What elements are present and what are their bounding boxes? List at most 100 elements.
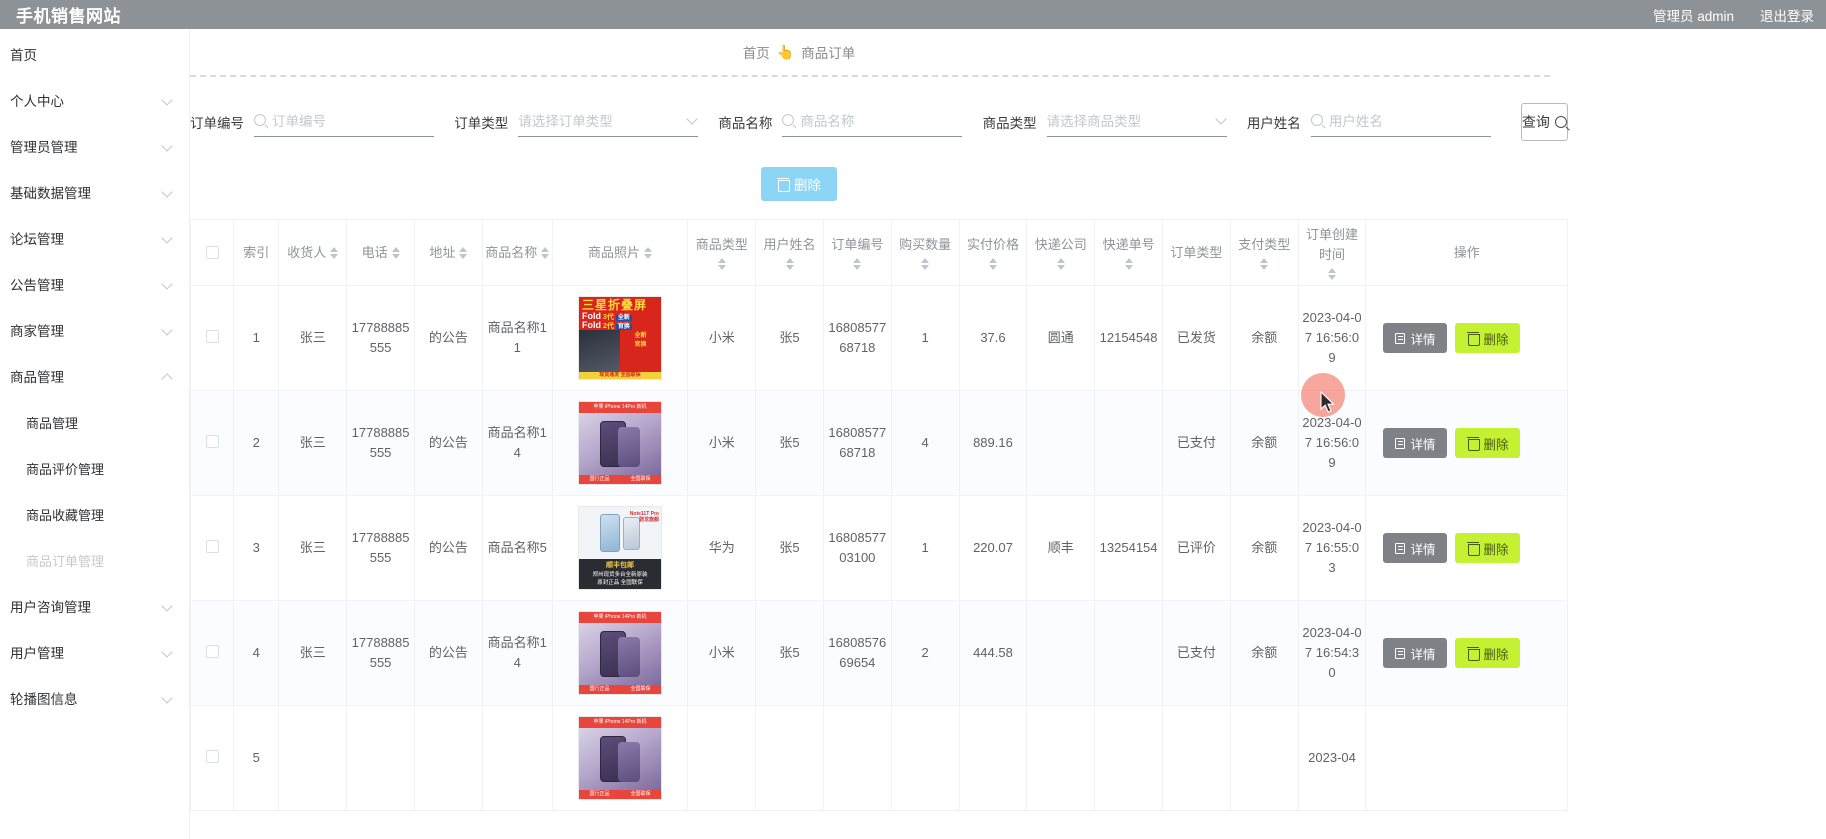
detail-button[interactable]: 详情 bbox=[1383, 428, 1448, 458]
sort-toggle-icon[interactable] bbox=[853, 258, 862, 271]
cell-value: 4 bbox=[921, 434, 929, 450]
column-header-quantity[interactable]: 购买数量 bbox=[890, 219, 960, 286]
table-toolbar: 删除 bbox=[190, 163, 1568, 219]
cell-index: 4 bbox=[233, 600, 280, 706]
row-checkbox[interactable] bbox=[205, 330, 219, 343]
sort-toggle-icon[interactable] bbox=[459, 246, 468, 259]
sort-toggle-icon[interactable] bbox=[330, 246, 339, 259]
sidebar-item-7[interactable]: 商品管理 bbox=[0, 353, 189, 399]
column-header-created[interactable]: 订单创建时间 bbox=[1297, 219, 1367, 286]
cell-address: 的公告 bbox=[413, 495, 483, 601]
sidebar-item-8[interactable]: 商品管理 bbox=[0, 399, 189, 445]
cell-express_no bbox=[1094, 390, 1163, 496]
sort-toggle-icon[interactable] bbox=[785, 258, 794, 271]
batch-delete-button[interactable]: 删除 bbox=[761, 167, 837, 201]
delete-button[interactable]: 删除 bbox=[1455, 428, 1521, 458]
cell-value: 2023-04-07 16:56:09 bbox=[1302, 309, 1362, 366]
sort-toggle-icon[interactable] bbox=[1328, 268, 1337, 280]
detail-button[interactable]: 详情 bbox=[1383, 323, 1448, 353]
cell-pay_type: 余额 bbox=[1229, 285, 1299, 391]
cell-price: 37.6 bbox=[958, 285, 1028, 391]
detail-button[interactable]: 详情 bbox=[1383, 533, 1448, 563]
sidebar-item-12[interactable]: 用户咨询管理 bbox=[0, 583, 189, 629]
select-all-checkbox[interactable] bbox=[205, 246, 219, 259]
sidebar-item-6[interactable]: 商家管理 bbox=[0, 307, 189, 353]
cell-value: 2023-04-07 16:54:30 bbox=[1302, 624, 1362, 681]
sidebar-item-14[interactable]: 轮播图信息 bbox=[0, 675, 189, 721]
cell-value: 444.58 bbox=[973, 644, 1013, 660]
order-type-select[interactable]: 请选择订单类型 bbox=[518, 107, 699, 137]
orders-table-wrapper: 索引 收货人 电话 地址 商品名称 商品照片 商品类型 用户姓名 订单编号 购买数量 实付价格 快递公… bbox=[190, 219, 1568, 811]
product-photo-thumbnail[interactable]: 三星折叠屏 Fold 3代 全新 Fold 2代 官换 全新 官换 现货速发 全国联保 bbox=[577, 296, 662, 380]
thumb-footer: 国行正品 全国联保 bbox=[578, 474, 661, 484]
user-name-input[interactable]: 用户姓名 bbox=[1310, 107, 1491, 137]
column-header-express_co[interactable]: 快递公司 bbox=[1026, 219, 1096, 286]
sort-toggle-icon[interactable] bbox=[717, 258, 726, 271]
main-content: 首页 👆 商品订单 订单编号 订单编号 订单类型 请选择订单类型 商品名称 商品… bbox=[190, 29, 1826, 839]
cell-created: 2023-04-07 16:55:03 bbox=[1297, 495, 1367, 601]
cell-goods_name: 商品名称14 bbox=[481, 390, 553, 496]
column-header-goods_name[interactable]: 商品名称 bbox=[481, 219, 553, 286]
sort-toggle-icon[interactable] bbox=[1056, 258, 1065, 271]
detail-button-label: 详情 bbox=[1410, 332, 1436, 347]
column-header-price[interactable]: 实付价格 bbox=[958, 219, 1028, 286]
sidebar-item-9[interactable]: 商品评价管理 bbox=[0, 445, 189, 491]
cell-order_no: 1680857703100 bbox=[822, 495, 892, 601]
sidebar-item-1[interactable]: 个人中心 bbox=[0, 77, 189, 123]
column-header-receiver[interactable]: 收货人 bbox=[278, 219, 348, 286]
sort-toggle-icon[interactable] bbox=[644, 246, 652, 259]
product-photo-thumbnail[interactable]: 苹果 iPhone 14Pro 新机 国行正品 全国联保 bbox=[577, 716, 662, 800]
row-checkbox[interactable] bbox=[205, 645, 219, 658]
row-checkbox[interactable] bbox=[205, 540, 219, 553]
cell-address: 的公告 bbox=[413, 600, 483, 706]
column-header-address[interactable]: 地址 bbox=[413, 219, 483, 286]
sidebar-item-2[interactable]: 管理员管理 bbox=[0, 123, 189, 169]
logout-link[interactable]: 退出登录 bbox=[1760, 5, 1814, 25]
document-icon bbox=[1395, 332, 1406, 344]
goods-name-input[interactable]: 商品名称 bbox=[782, 107, 963, 137]
cell-value: 小米 bbox=[708, 329, 735, 345]
product-photo-thumbnail[interactable]: 苹果 iPhone 14Pro 新机 国行正品 全国联保 bbox=[577, 611, 662, 695]
cell-phone bbox=[346, 705, 415, 811]
delete-button-label: 删除 bbox=[1483, 332, 1509, 347]
column-header-photo[interactable]: 商品照片 bbox=[551, 219, 689, 286]
product-photo-thumbnail[interactable]: 苹果 iPhone 14Pro 新机 国行正品 全国联保 bbox=[577, 401, 662, 485]
sort-toggle-icon[interactable] bbox=[541, 246, 550, 259]
table-body: 1 张三 17788885555 的公告 商品名称11 三星折叠屏 Fold 3代 全新 Fold… bbox=[190, 285, 1568, 811]
sort-toggle-icon[interactable] bbox=[988, 258, 997, 271]
search-button[interactable]: 查询 bbox=[1520, 103, 1568, 141]
cell-value: 商品名称14 bbox=[487, 634, 547, 670]
sort-toggle-icon[interactable] bbox=[1124, 258, 1133, 271]
cell-value: 220.07 bbox=[973, 539, 1013, 555]
delete-button[interactable]: 删除 bbox=[1455, 533, 1521, 563]
sidebar-item-10[interactable]: 商品收藏管理 bbox=[0, 491, 189, 537]
sort-toggle-icon[interactable] bbox=[921, 258, 930, 271]
sidebar-item-4[interactable]: 论坛管理 bbox=[0, 215, 189, 261]
column-header-pay_type[interactable]: 支付类型 bbox=[1229, 219, 1299, 286]
thumb-headline: 苹果 iPhone 14Pro 新机 bbox=[578, 612, 661, 623]
column-header-user_name[interactable]: 用户姓名 bbox=[755, 219, 824, 286]
order-no-input[interactable]: 订单编号 bbox=[254, 107, 434, 137]
goods-type-select[interactable]: 请选择商品类型 bbox=[1046, 107, 1227, 137]
sort-toggle-icon[interactable] bbox=[391, 246, 400, 259]
sidebar-item-0[interactable]: 首页 bbox=[0, 31, 189, 77]
delete-button[interactable]: 删除 bbox=[1455, 323, 1521, 353]
delete-button[interactable]: 删除 bbox=[1455, 638, 1521, 668]
cell-value: 已评价 bbox=[1176, 539, 1216, 555]
sidebar-item-5[interactable]: 公告管理 bbox=[0, 261, 189, 307]
column-header-goods_type[interactable]: 商品类型 bbox=[687, 219, 757, 286]
column-header-order_no[interactable]: 订单编号 bbox=[822, 219, 892, 286]
sidebar-item-11[interactable]: 商品订单管理 bbox=[0, 537, 189, 583]
detail-button[interactable]: 详情 bbox=[1383, 638, 1448, 668]
sidebar-item-3[interactable]: 基础数据管理 bbox=[0, 169, 189, 215]
row-checkbox[interactable] bbox=[205, 750, 219, 763]
breadcrumb-home[interactable]: 首页 bbox=[743, 42, 770, 62]
sidebar-item-13[interactable]: 用户管理 bbox=[0, 629, 189, 675]
column-header-phone[interactable]: 电话 bbox=[346, 219, 415, 286]
sort-toggle-icon[interactable] bbox=[1260, 258, 1269, 271]
product-photo-thumbnail[interactable]: Note11T Pro 骁龙旗舰 顺丰包邮 郑州现货多台全新原装 原封正品 全国联保 bbox=[577, 506, 662, 590]
cell-phone: 17788885555 bbox=[346, 285, 415, 391]
column-header-express_no[interactable]: 快递单号 bbox=[1094, 219, 1163, 286]
row-checkbox[interactable] bbox=[205, 435, 219, 448]
search-icon bbox=[782, 114, 795, 126]
